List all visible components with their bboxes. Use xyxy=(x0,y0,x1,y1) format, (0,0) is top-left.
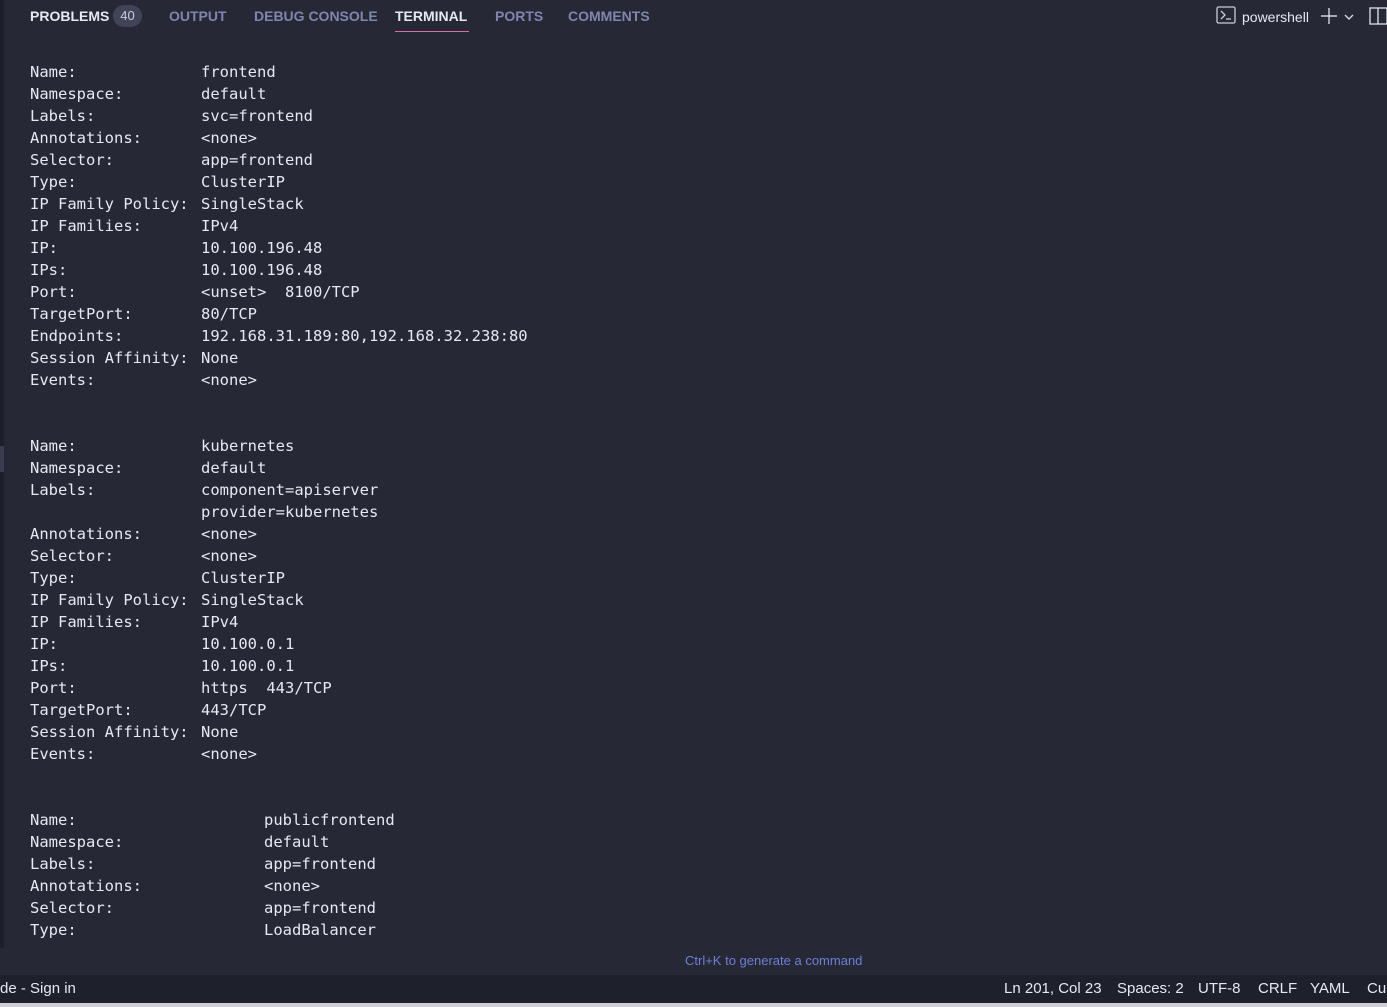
terminal-line: IP: 10.100.0.1 xyxy=(30,635,295,653)
terminal-line: TargetPort: 80/TCP xyxy=(30,305,257,323)
terminal-line: Name: frontend xyxy=(30,63,276,81)
terminal-line: Session Affinity: None xyxy=(30,349,239,367)
split-panel-icon[interactable] xyxy=(1369,6,1387,31)
terminal-profile-label: powershell xyxy=(1242,9,1309,25)
terminal-line: IPs: 10.100.0.1 xyxy=(30,657,295,675)
terminal-line: provider=kubernetes xyxy=(201,503,379,521)
terminal-line: Port: <unset> 8100/TCP xyxy=(30,283,360,301)
status-language-mode[interactable]: YAML xyxy=(1310,980,1350,997)
tab-output[interactable]: OUTPUT xyxy=(169,8,227,24)
service-block-publicfrontend: Name: publicfrontend Namespace: default La… xyxy=(30,809,1370,941)
terminal-line: Session Affinity: None xyxy=(30,723,239,741)
terminal-line: IP Families: IPv4 xyxy=(30,217,239,235)
terminal-line: IPs: 10.100.196.48 xyxy=(30,261,323,279)
service-block-frontend: Name: frontend Namespace: default Labels: s… xyxy=(30,61,1370,391)
terminal-line: Type: LoadBalancer xyxy=(30,921,376,939)
service-block-kubernetes: Name: kubernetes Namespace: default Labels… xyxy=(30,435,1370,765)
terminal-line: Name: kubernetes xyxy=(30,437,295,455)
terminal-output[interactable]: Name: frontend Namespace: default Labels: s… xyxy=(30,61,1370,941)
status-indentation[interactable]: Spaces: 2 xyxy=(1117,980,1184,997)
terminal-line: Type: ClusterIP xyxy=(30,569,285,587)
terminal-line: IP Families: IPv4 xyxy=(30,613,239,631)
status-sign-in[interactable]: de - Sign in xyxy=(0,980,76,997)
status-bar: de - Sign in Ln 201, Col 23 Spaces: 2 UT… xyxy=(0,975,1387,1003)
terminal-line: Labels: component=apiserver xyxy=(30,481,379,499)
terminal-line: Endpoints: 192.168.31.189:80,192.168.32.2… xyxy=(30,327,528,345)
generate-command-hint-text: Ctrl+K to generate a command xyxy=(685,953,863,968)
window-bottom-edge xyxy=(0,1003,1387,1007)
status-encoding[interactable]: UTF-8 xyxy=(1198,980,1241,997)
terminal-line: Events: <none> xyxy=(30,745,257,763)
terminal-line: Name: publicfrontend xyxy=(30,811,395,829)
tab-debug-console[interactable]: DEBUG CONSOLE xyxy=(254,8,378,24)
terminal-line: IP Family Policy: SingleStack xyxy=(30,591,304,609)
chevron-down-icon[interactable] xyxy=(1343,10,1355,28)
status-cursor-position[interactable]: Ln 201, Col 23 xyxy=(1004,980,1102,997)
terminal-line: IP Family Policy: SingleStack xyxy=(30,195,304,213)
terminal-line: Labels: app=frontend xyxy=(30,855,376,873)
terminal-line: Annotations: <none> xyxy=(30,525,257,543)
terminal-line: IP: 10.100.196.48 xyxy=(30,239,323,257)
terminal-line: Namespace: default xyxy=(30,459,267,477)
terminal-line: Namespace: default xyxy=(30,833,330,851)
tab-comments[interactable]: COMMENTS xyxy=(568,8,650,24)
terminal-line: Events: <none> xyxy=(30,371,257,389)
terminal-line: Annotations: <none> xyxy=(30,877,320,895)
gutter-marker xyxy=(0,446,4,472)
terminal-line: Labels: svc=frontend xyxy=(30,107,313,125)
plus-icon[interactable] xyxy=(1320,7,1338,30)
terminal-line: Port: https 443/TCP xyxy=(30,679,332,697)
terminal-profile-button[interactable]: powershell xyxy=(1216,5,1309,29)
terminal-line: Type: ClusterIP xyxy=(30,173,285,191)
panel-tab-bar: PROBLEMS 40 OUTPUT DEBUG CONSOLE TERMINA… xyxy=(0,0,1387,34)
terminal-line: Selector: app=frontend xyxy=(30,899,376,917)
status-truncated-item[interactable]: Cu xyxy=(1367,980,1386,997)
tab-problems[interactable]: PROBLEMS xyxy=(30,8,109,24)
terminal-line: Selector: app=frontend xyxy=(30,151,313,169)
problems-count-badge: 40 xyxy=(113,5,142,27)
left-edge-gutter xyxy=(0,0,4,948)
status-line-ending[interactable]: CRLF xyxy=(1258,980,1297,997)
terminal-line: TargetPort: 443/TCP xyxy=(30,701,267,719)
terminal-icon xyxy=(1216,5,1236,29)
terminal-line: Selector: <none> xyxy=(30,547,257,565)
terminal-line: Annotations: <none> xyxy=(30,129,257,147)
tab-ports[interactable]: PORTS xyxy=(495,8,543,24)
terminal-line: Namespace: default xyxy=(30,85,267,103)
tab-terminal[interactable]: TERMINAL xyxy=(395,8,470,32)
